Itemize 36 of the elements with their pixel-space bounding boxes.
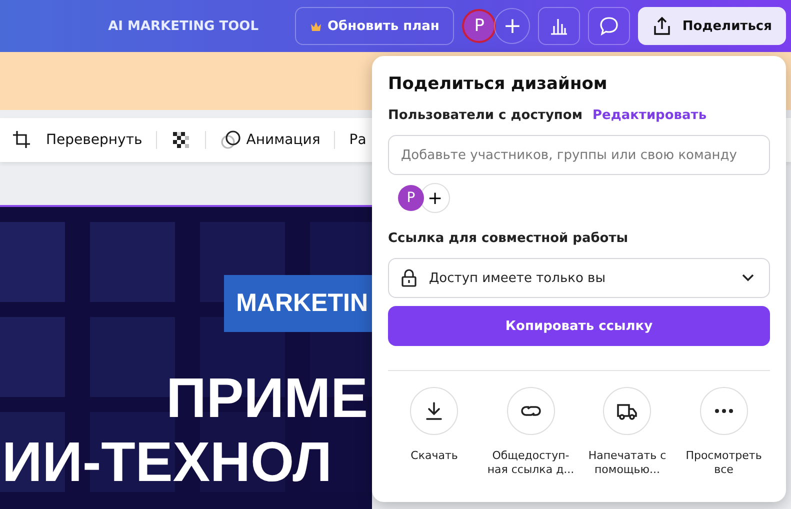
animate-button[interactable]: Анимация: [220, 130, 320, 150]
lock-icon: [401, 269, 417, 287]
share-option[interactable]: Просмотреть все: [678, 387, 770, 477]
design-headline: ПРИМЕ: [166, 366, 368, 430]
chevron-down-icon: [741, 273, 755, 283]
copy-link-button[interactable]: Копировать ссылку: [388, 306, 770, 346]
share-option[interactable]: Скачать: [388, 387, 480, 477]
comment-icon: [598, 15, 620, 37]
share-button[interactable]: Поделиться: [638, 7, 786, 45]
design-headline: ИИ-ТЕХНОЛ: [2, 430, 332, 494]
crown-icon: [310, 21, 322, 31]
animation-icon: [220, 130, 242, 150]
link-label: Ссылка для совместной работы: [388, 231, 628, 246]
invite-field[interactable]: Добавьте участников, группы или свою команду: [388, 135, 770, 175]
user-avatar[interactable]: P: [462, 9, 496, 43]
more-icon: [714, 409, 733, 413]
member-avatar: P: [398, 185, 424, 211]
edit-link[interactable]: Редактировать: [592, 108, 707, 123]
upgrade-button[interactable]: Обновить план: [294, 7, 454, 45]
access-dropdown[interactable]: Доступ имеете только вы: [388, 258, 770, 298]
transparency-icon[interactable]: [171, 130, 192, 150]
add-button[interactable]: +: [494, 8, 530, 44]
design-tag: MARKETIN: [224, 275, 372, 332]
access-label: Пользователи с доступом: [388, 108, 582, 123]
crop-icon[interactable]: [12, 130, 32, 150]
share-option[interactable]: Напечатать с помощью...: [581, 387, 674, 477]
upload-icon: [652, 16, 672, 36]
insights-button[interactable]: [538, 7, 580, 45]
bar-chart-icon: [549, 16, 570, 36]
share-option[interactable]: Общедоступ-ная ссылка д...: [484, 387, 577, 477]
comment-button[interactable]: [588, 7, 630, 45]
toolbar-button[interactable]: Перевернуть: [46, 132, 142, 148]
add-member-button[interactable]: +: [420, 183, 450, 213]
panel-title: Поделиться дизайном: [388, 74, 608, 94]
toolbar-button[interactable]: Ра: [349, 132, 366, 148]
app-title: AI MARKETING TOOL: [108, 18, 258, 34]
